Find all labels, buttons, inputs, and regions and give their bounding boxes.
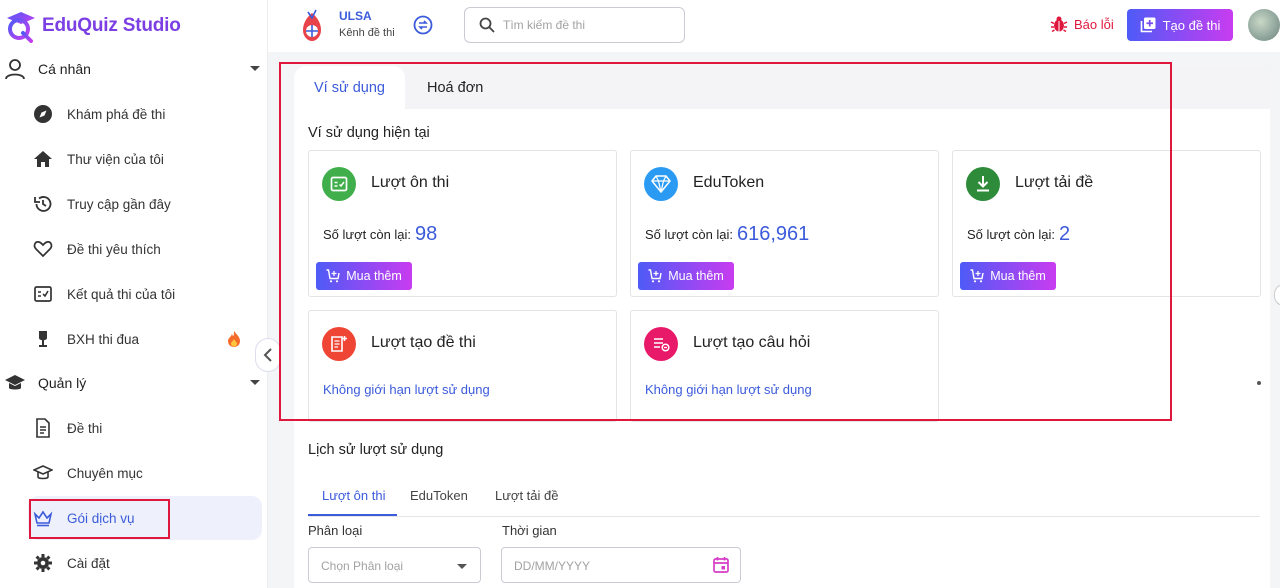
search-input[interactable]: [503, 16, 673, 34]
collapse-sidebar-button[interactable]: [255, 338, 281, 372]
category-label: Phân loại: [308, 523, 363, 538]
calendar-icon[interactable]: [712, 556, 730, 574]
logo-icon: [7, 12, 35, 43]
graduation-cap-icon: [5, 375, 25, 390]
history-title: Lịch sử lượt sử dụng: [308, 442, 444, 458]
highlight-box: [29, 499, 170, 539]
sidebar-item-label: Đề thi yêu thích: [67, 241, 161, 257]
topbar: ULSA Kênh đề thi Báo lỗi Tạo đề thi: [268, 0, 1280, 52]
home-icon: [34, 151, 52, 167]
indicator-dot: [1257, 381, 1261, 385]
time-label: Thời gian: [502, 523, 557, 538]
sidebar-item-leaderboard[interactable]: BXH thi đua: [28, 317, 262, 361]
document-icon: [36, 418, 50, 438]
org-subtitle: Kênh đề thi: [339, 27, 395, 39]
history-icon: [34, 196, 52, 212]
chevron-left-icon: [263, 348, 272, 362]
sidebar-item-label: Thư viện của tôi: [67, 151, 164, 167]
create-exam-button[interactable]: Tạo đề thi: [1127, 9, 1233, 41]
compass-icon: [34, 105, 52, 123]
sidebar-item-label: Cài đặt: [67, 555, 110, 571]
chevron-down-icon: [250, 380, 260, 385]
sidebar-item-exams[interactable]: Đề thi: [28, 406, 262, 450]
sidebar-section-label: Cá nhân: [38, 61, 91, 77]
history-tab-edutoken[interactable]: EduToken: [410, 488, 468, 503]
sidebar-item-label: Kết quả thi của tôi: [67, 286, 176, 302]
sidebar-section-manage[interactable]: Quản lý: [0, 363, 268, 403]
create-exam-label: Tạo đề thi: [1162, 17, 1221, 33]
sidebar-item-categories[interactable]: Chuyên mục: [28, 451, 262, 495]
add-box-icon: [1140, 17, 1156, 33]
sidebar-item-recent[interactable]: Truy cập gần đây: [28, 182, 262, 226]
fire-icon: [228, 331, 240, 347]
org-logo-icon: [303, 9, 321, 41]
sidebar-item-label: BXH thi đua: [67, 331, 140, 347]
category-select[interactable]: Chọn Phân loại: [308, 547, 481, 583]
sidebar-section-label: Quản lý: [38, 375, 87, 391]
history-tab-download[interactable]: Lượt tải đề: [495, 488, 558, 503]
side-panel-toggle[interactable]: [1274, 284, 1280, 306]
report-bug-button[interactable]: Báo lỗi: [1050, 15, 1114, 33]
chevron-down-icon: [457, 564, 467, 569]
report-bug-label: Báo lỗi: [1074, 16, 1114, 32]
active-tab-indicator: [308, 514, 397, 516]
sidebar-section-personal[interactable]: Cá nhân: [0, 49, 268, 89]
sidebar-item-library[interactable]: Thư viện của tôi: [28, 137, 262, 181]
sidebar-item-favorites[interactable]: Đề thi yêu thích: [28, 227, 262, 271]
switch-channel-icon[interactable]: [413, 15, 433, 35]
app-name: EduQuiz Studio: [42, 15, 181, 36]
date-field[interactable]: DD/MM/YYYY: [501, 547, 741, 583]
gear-icon: [34, 554, 52, 572]
highlight-box: [279, 62, 1172, 421]
person-icon: [5, 59, 25, 80]
heart-icon: [33, 241, 53, 258]
sidebar-item-results[interactable]: Kết quả thi của tôi: [28, 272, 262, 316]
category-placeholder: Chọn Phân loại: [321, 559, 404, 573]
history-tab-practice[interactable]: Lượt ôn thi: [322, 488, 385, 503]
chevron-down-icon: [250, 66, 260, 71]
sidebar-item-label: Khám phá đề thi: [67, 106, 166, 122]
sidebar-item-label: Truy cập gần đây: [67, 196, 171, 212]
tab-divider: [308, 516, 1260, 517]
search-box[interactable]: [464, 7, 685, 43]
bug-icon: [1050, 16, 1068, 33]
graduation-cap-icon: [33, 465, 53, 480]
sidebar-item-explore[interactable]: Khám phá đề thi: [28, 92, 262, 136]
avatar[interactable]: [1248, 9, 1280, 41]
result-icon: [34, 286, 52, 302]
org-name[interactable]: ULSA: [339, 9, 372, 23]
trophy-icon: [39, 331, 47, 347]
date-placeholder: DD/MM/YYYY: [514, 559, 591, 573]
sidebar-item-settings[interactable]: Cài đặt: [28, 541, 262, 585]
search-icon: [479, 17, 495, 33]
app-logo[interactable]: EduQuiz Studio: [4, 6, 181, 46]
sidebar-item-label: Đề thi: [67, 420, 103, 436]
sidebar-item-label: Chuyên mục: [67, 465, 143, 481]
